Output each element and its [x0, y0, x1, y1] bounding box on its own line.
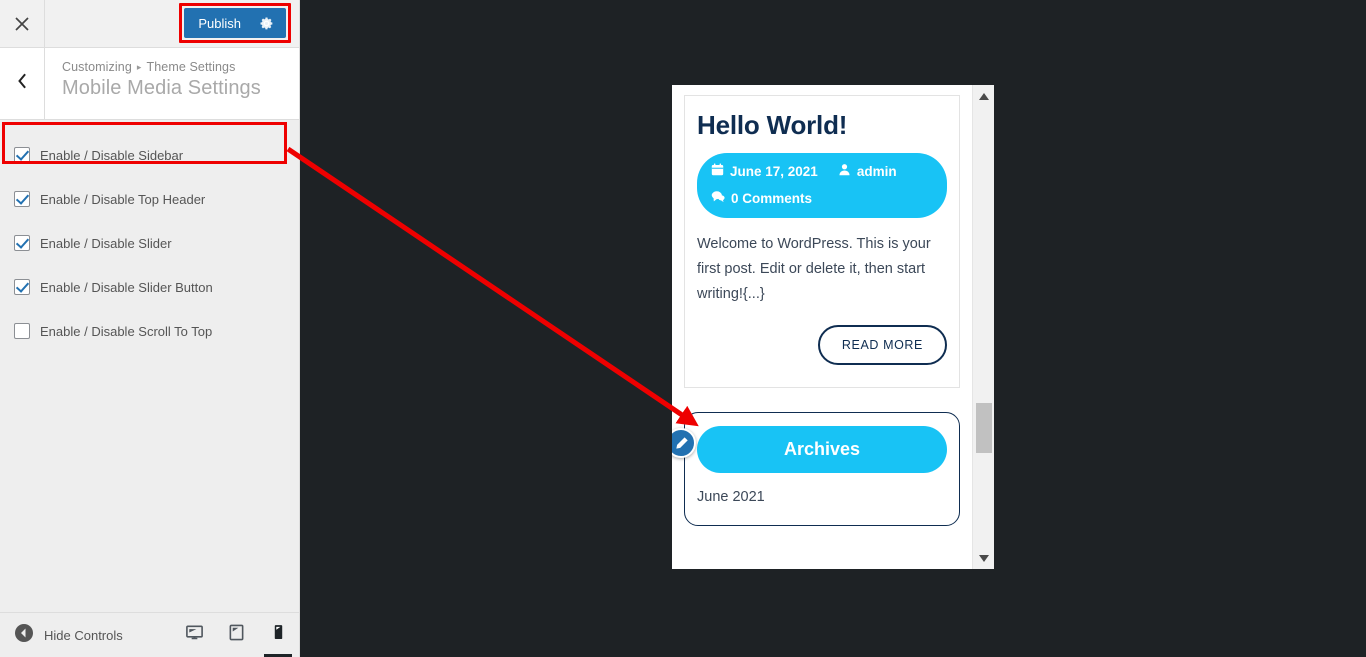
archives-widget: Archives June 2021 — [672, 412, 960, 526]
customizer-footer: Hide Controls — [0, 612, 299, 657]
mobile-preview-frame: Hello World! June 17, 2021 admin 0 Comme… — [672, 85, 994, 569]
breadcrumb-separator-icon: ▸ — [136, 61, 142, 72]
control-label: Enable / Disable Sidebar — [40, 147, 184, 163]
device-button-tablet[interactable] — [215, 613, 257, 657]
collapse-left-icon — [14, 623, 34, 648]
control-label: Enable / Disable Slider — [40, 235, 172, 251]
control-row-sidebar[interactable]: Enable / Disable Sidebar — [0, 140, 299, 170]
customizer-screen: Publish Customizing ▸ Theme Settings Mob… — [0, 0, 1366, 657]
page-title: Mobile Media Settings — [62, 77, 261, 99]
checkbox-slider[interactable] — [14, 235, 30, 251]
control-label: Enable / Disable Top Header — [40, 191, 206, 207]
calendar-icon — [711, 161, 724, 182]
comments-icon — [711, 188, 725, 209]
list-item[interactable]: June 2021 — [697, 489, 947, 505]
breadcrumb-parent[interactable]: Theme Settings — [147, 60, 236, 74]
control-row-scroll-to-top[interactable]: Enable / Disable Scroll To Top — [0, 316, 299, 346]
post-comments: 0 Comments — [711, 188, 812, 209]
close-icon — [14, 16, 30, 32]
archives-list: June 2021 — [697, 489, 947, 505]
post-date: June 17, 2021 — [711, 161, 818, 182]
hide-controls-button[interactable]: Hide Controls — [0, 623, 123, 648]
archives-widget-title: Archives — [697, 426, 947, 473]
back-button[interactable] — [0, 48, 45, 119]
post-card: Hello World! June 17, 2021 admin 0 Comme… — [684, 95, 960, 388]
post-meta-bar: June 17, 2021 admin 0 Comments — [697, 153, 947, 218]
checkbox-scroll-to-top[interactable] — [14, 323, 30, 339]
control-label: Enable / Disable Scroll To Top — [40, 323, 213, 339]
mobile-icon — [272, 623, 285, 647]
post-author: admin — [838, 161, 897, 182]
publish-highlight-box: Publish — [179, 3, 291, 43]
publish-label: Publish — [198, 15, 241, 31]
customizer-header: Publish — [0, 0, 299, 48]
checkbox-sidebar[interactable] — [14, 147, 30, 163]
device-button-desktop[interactable] — [173, 613, 215, 657]
post-author-text: admin — [856, 164, 897, 179]
post-excerpt: Welcome to WordPress. This is your first… — [697, 236, 931, 302]
control-row-top-header[interactable]: Enable / Disable Top Header — [0, 184, 299, 214]
control-row-slider-button[interactable]: Enable / Disable Slider Button — [0, 272, 299, 302]
pencil-edit-icon[interactable] — [672, 428, 696, 458]
post-comments-text: 0 Comments — [731, 191, 813, 206]
post-title: Hello World! — [697, 110, 848, 140]
read-more-button[interactable]: READ MORE — [817, 325, 947, 365]
tablet-icon — [228, 623, 245, 647]
preview-viewport[interactable]: Hello World! June 17, 2021 admin 0 Comme… — [672, 85, 972, 569]
user-icon — [838, 161, 851, 182]
hide-controls-label: Hide Controls — [44, 627, 123, 643]
control-list: Enable / Disable Sidebar Enable / Disabl… — [0, 120, 299, 346]
checkbox-slider-button[interactable] — [14, 279, 30, 295]
control-label: Enable / Disable Slider Button — [40, 279, 213, 295]
preview-scrollbar[interactable] — [972, 85, 994, 569]
scroll-up-arrow-icon[interactable] — [973, 87, 995, 105]
breadcrumb-root[interactable]: Customizing — [62, 60, 132, 74]
section-titles: Customizing ▸ Theme Settings Mobile Medi… — [45, 48, 261, 119]
chevron-left-icon — [16, 73, 28, 94]
breadcrumb: Customizing ▸ Theme Settings — [62, 60, 261, 74]
preview-stage: Hello World! June 17, 2021 admin 0 Comme… — [300, 0, 1366, 657]
checkbox-top-header[interactable] — [14, 191, 30, 207]
desktop-icon — [185, 623, 204, 647]
scroll-down-arrow-icon[interactable] — [973, 549, 995, 567]
post-date-text: June 17, 2021 — [730, 164, 818, 179]
publish-button[interactable]: Publish — [184, 8, 286, 38]
scrollbar-thumb[interactable] — [976, 403, 992, 453]
read-more-wrap: READ MORE — [697, 325, 947, 365]
gear-icon[interactable] — [259, 16, 274, 31]
customizer-section-header: Customizing ▸ Theme Settings Mobile Medi… — [0, 48, 299, 120]
customizer-panel: Publish Customizing ▸ Theme Settings Mob… — [0, 0, 300, 657]
control-row-slider[interactable]: Enable / Disable Slider — [0, 228, 299, 258]
device-button-mobile[interactable] — [257, 613, 299, 657]
close-customizer-button[interactable] — [0, 0, 45, 47]
device-switcher — [173, 613, 299, 657]
